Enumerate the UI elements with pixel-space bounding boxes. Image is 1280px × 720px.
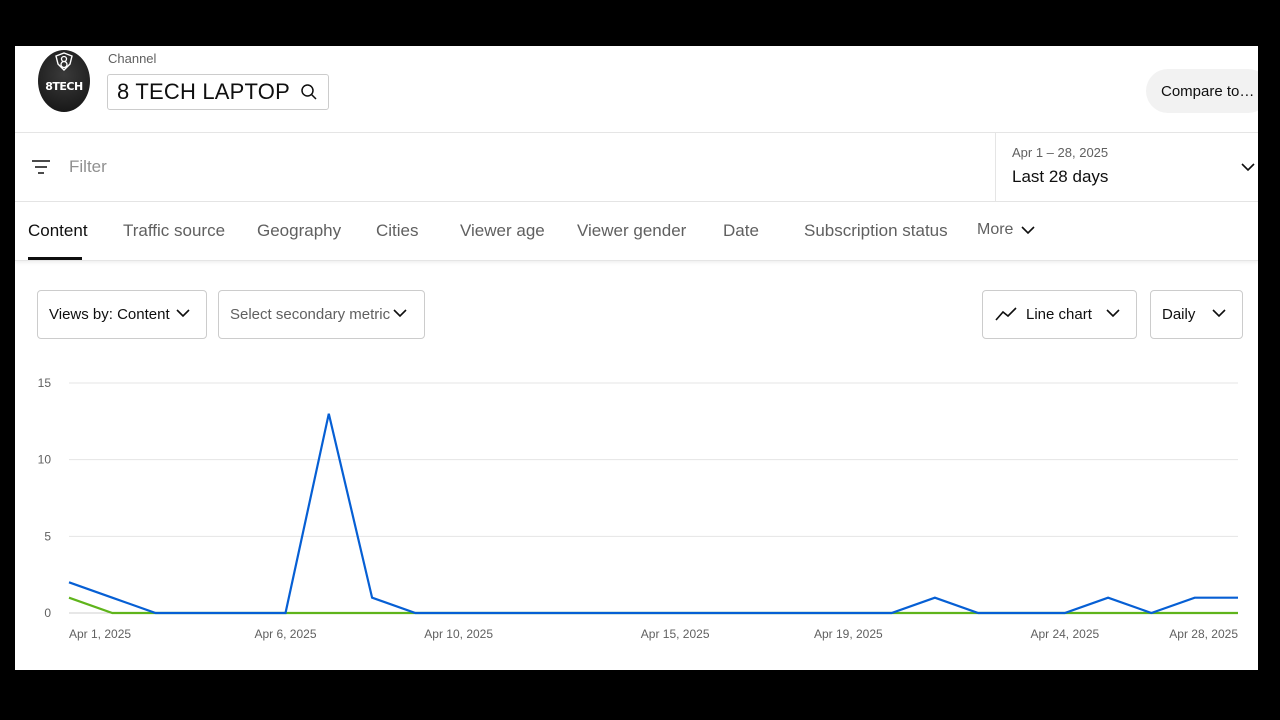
series-line-1 — [68, 596, 1238, 615]
x-tick-label: Apr 15, 2025 — [641, 627, 710, 641]
y-tick-label: 10 — [38, 453, 52, 467]
y-tick-label: 5 — [44, 529, 51, 543]
x-tick-label: Apr 1, 2025 — [69, 627, 131, 641]
y-tick-label: 0 — [44, 606, 51, 620]
y-tick-label: 15 — [38, 376, 52, 390]
x-tick-label: Apr 6, 2025 — [254, 627, 316, 641]
views-line-chart: 0 5 10 15 Apr 1, 2025 Apr 6, 2025 Apr 10, 2025… — [38, 376, 1239, 641]
x-tick-label: Apr 24, 2025 — [1030, 627, 1099, 641]
series-line-0 — [68, 413, 1238, 615]
analytics-app: 8TECH Channel 8 TECH LAPTOP Compare to… … — [15, 46, 1258, 670]
x-tick-label: Apr 19, 2025 — [814, 627, 883, 641]
x-tick-label: Apr 10, 2025 — [424, 627, 493, 641]
x-tick-label: Apr 28, 2025 — [1169, 627, 1238, 641]
